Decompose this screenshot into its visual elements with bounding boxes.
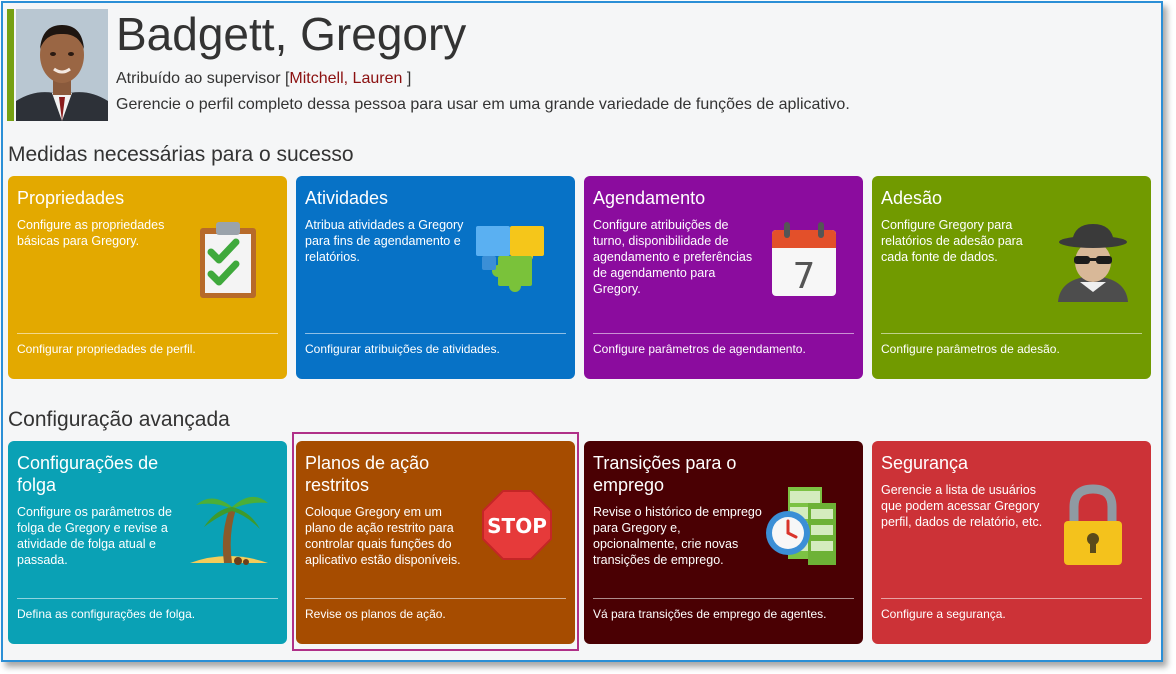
tile-title: Propriedades — [17, 188, 125, 208]
avatar — [16, 9, 108, 121]
page-description: Gerencie o perfil completo dessa pessoa … — [116, 96, 850, 113]
svg-text:7: 7 — [793, 256, 816, 297]
supervisor-line: Atribuído ao supervisor [Mitchell, Laure… — [116, 70, 411, 88]
supervisor-link[interactable]: Mitchell, Lauren — [289, 70, 402, 87]
tile-description: Coloque Gregory em um plano de ação rest… — [305, 505, 461, 567]
padlock-icon — [1050, 483, 1136, 569]
tile-title: Atividades — [305, 188, 389, 208]
tile-footer-link[interactable]: Revise os planos de ação. — [305, 607, 446, 621]
tile-title: Adesão — [881, 188, 943, 208]
tile-description: Configure os parâmetros de folga de Greg… — [17, 505, 172, 567]
palm-tree-icon — [186, 483, 272, 569]
tile-description: Gerencie a lista de usuários que podem a… — [881, 483, 1043, 529]
tile-title: Agendamento — [593, 188, 706, 208]
tile-description: Configure atribuições de turno, disponib… — [593, 218, 753, 296]
tile-scheduling[interactable]: Agendamento Configure atribuições de tur… — [584, 176, 863, 379]
tile-description: Atribua atividades a Gregory para fins d… — [305, 218, 464, 264]
clipboard-check-icon — [186, 218, 272, 304]
profile-page: Badgett, Gregory Atribuído ao supervisor… — [1, 1, 1163, 662]
tile-footer-link[interactable]: Configure parâmetros de adesão. — [881, 342, 1060, 356]
tile-footer-link[interactable]: Configurar atribuições de atividades. — [305, 342, 500, 356]
tile-divider — [881, 333, 1142, 334]
profile-accent-bar — [7, 9, 14, 121]
tile-divider — [881, 598, 1142, 599]
calendar-icon: 7 — [762, 218, 848, 304]
puzzle-icon — [474, 218, 560, 304]
section-title-advanced: Configuração avançada — [8, 408, 230, 431]
tile-footer-link[interactable]: Configure parâmetros de agendamento. — [593, 342, 806, 356]
tile-activities[interactable]: Atividades Atribua atividades a Gregory … — [296, 176, 575, 379]
tile-divider — [593, 598, 854, 599]
stop-sign-icon: STOP — [474, 483, 560, 569]
tile-footer-link[interactable]: Defina as configurações de folga. — [17, 607, 195, 621]
page-title: Badgett, Gregory — [116, 8, 467, 60]
tile-time-off[interactable]: Configurações de folga Configure os parâ… — [8, 441, 287, 644]
tile-footer-link[interactable]: Vá para transições de emprego de agentes… — [593, 607, 826, 621]
tile-divider — [305, 598, 566, 599]
tile-title: Segurança — [881, 453, 969, 473]
tile-adherence[interactable]: Adesão Configure Gregory para relatórios… — [872, 176, 1151, 379]
clock-film-icon — [762, 483, 848, 569]
supervisor-prefix: Atribuído ao supervisor [ — [116, 70, 290, 87]
tile-description: Configure Gregory para relatórios de ade… — [881, 218, 1023, 264]
tile-footer-link[interactable]: Configure a segurança. — [881, 607, 1006, 621]
tile-description: Configure as propriedades básicas para G… — [17, 218, 165, 248]
tile-divider — [17, 333, 278, 334]
tile-security[interactable]: Segurança Gerencie a lista de usuários q… — [872, 441, 1151, 644]
tile-title: Configurações de folga — [17, 453, 159, 495]
supervisor-suffix: ] — [402, 70, 412, 87]
tile-description: Revise o histórico de emprego para Grego… — [593, 505, 762, 567]
tile-divider — [593, 333, 854, 334]
tile-divider — [17, 598, 278, 599]
tile-employment-transitions[interactable]: Transições para o emprego Revise o histó… — [584, 441, 863, 644]
tile-title: Transições para o emprego — [593, 453, 737, 495]
spy-icon — [1050, 218, 1136, 304]
tile-divider — [305, 333, 566, 334]
svg-text:STOP: STOP — [487, 514, 547, 538]
tile-restricted-action-plans[interactable]: Planos de ação restritos Coloque Gregory… — [296, 441, 575, 644]
tile-footer-link[interactable]: Configurar propriedades de perfil. — [17, 342, 196, 356]
tile-title: Planos de ação restritos — [305, 453, 430, 495]
section-title-success: Medidas necessárias para o sucesso — [8, 143, 354, 166]
tile-properties[interactable]: Propriedades Configure as propriedades b… — [8, 176, 287, 379]
